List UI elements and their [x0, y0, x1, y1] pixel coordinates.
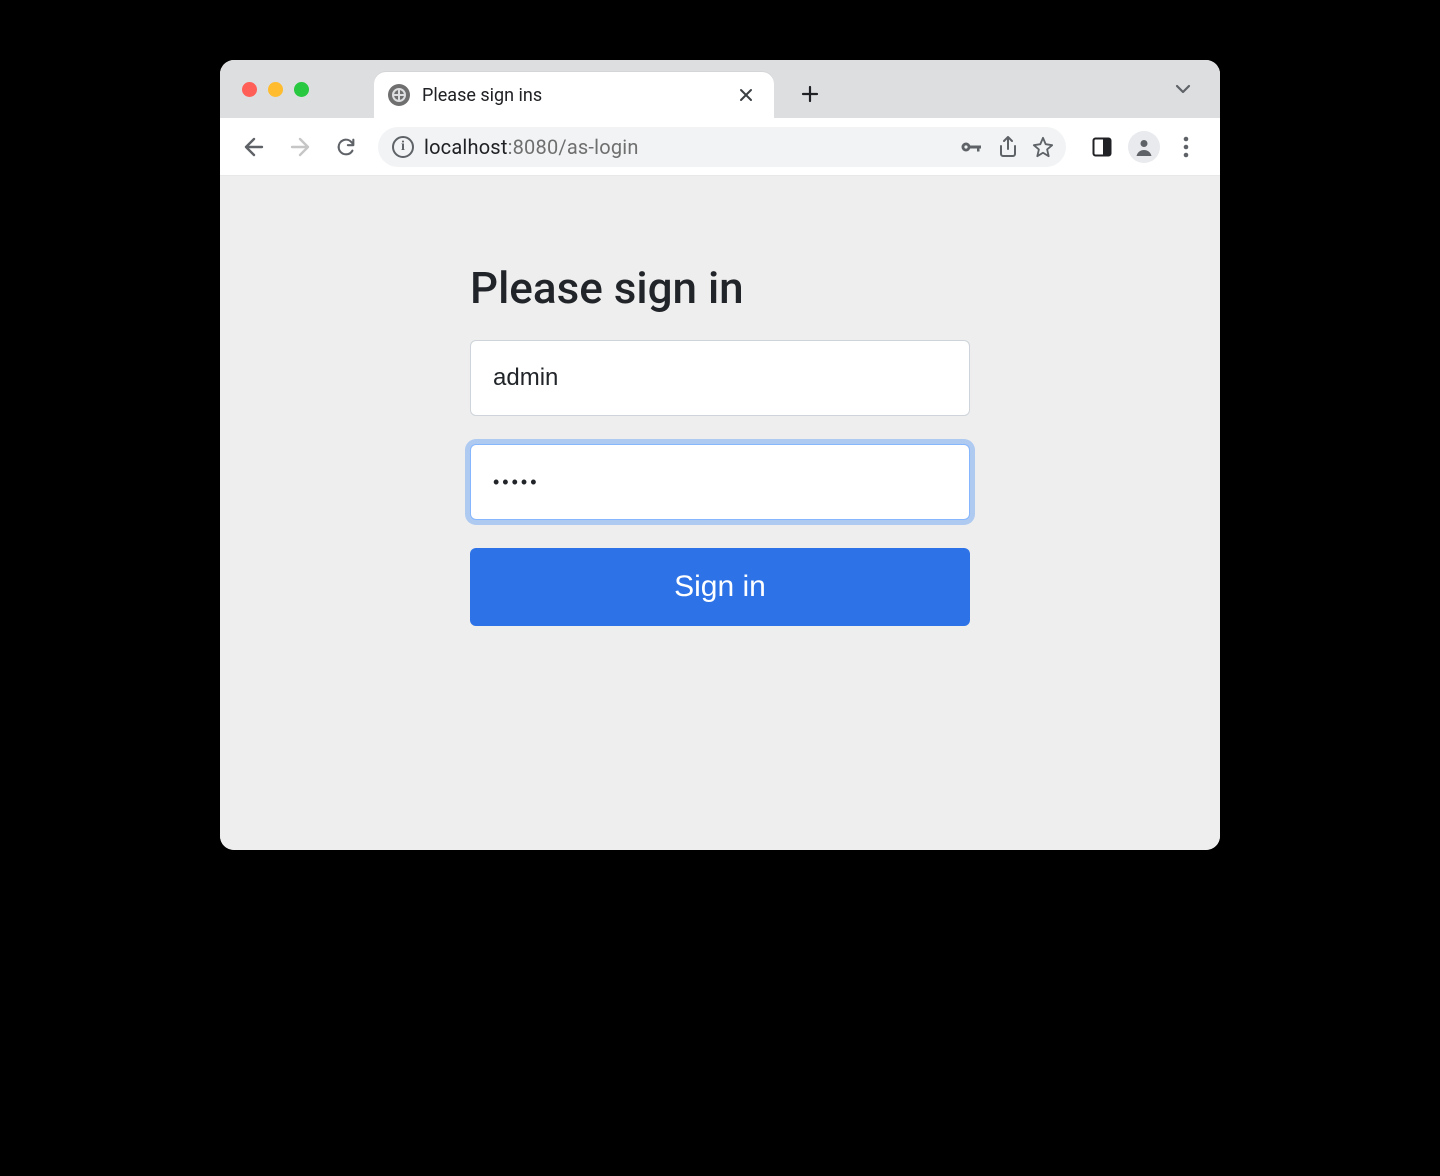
kebab-icon [1183, 136, 1189, 158]
url-host: localhost [424, 135, 508, 159]
star-icon [1032, 136, 1054, 158]
share-button[interactable] [998, 136, 1018, 158]
reload-icon [335, 136, 357, 158]
password-input[interactable] [470, 444, 970, 520]
close-icon [738, 87, 754, 103]
share-icon [998, 136, 1018, 158]
browser-tab[interactable]: Please sign ins [374, 72, 774, 118]
address-bar[interactable]: i localhost:8080/as-login [378, 127, 1066, 167]
globe-icon [388, 84, 410, 106]
forward-button[interactable] [280, 127, 320, 167]
url-text: localhost:8080/as-login [424, 135, 950, 159]
page-title: Please sign in [470, 262, 970, 314]
chevron-down-icon [1174, 80, 1192, 98]
close-tab-button[interactable] [734, 83, 758, 107]
window-controls [242, 82, 309, 97]
toolbar: i localhost:8080/as-login [220, 118, 1220, 176]
side-panel-icon [1092, 137, 1112, 157]
signin-button[interactable]: Sign in [470, 548, 970, 626]
close-window-button[interactable] [242, 82, 257, 97]
tab-search-button[interactable] [1174, 80, 1192, 98]
arrow-right-icon [288, 135, 312, 159]
back-button[interactable] [234, 127, 274, 167]
site-info-button[interactable]: i [392, 136, 414, 158]
extensions-button[interactable] [1082, 127, 1122, 167]
omnibox-actions [960, 136, 1054, 158]
tab-title: Please sign ins [422, 85, 734, 106]
person-icon [1134, 137, 1154, 157]
signin-form: Please sign in Sign in [470, 262, 970, 850]
zoom-window-button[interactable] [294, 82, 309, 97]
browser-window: Please sign ins i localhost:8080/as-logi… [220, 60, 1220, 850]
plus-icon [800, 84, 820, 104]
bookmark-button[interactable] [1032, 136, 1054, 158]
reload-button[interactable] [326, 127, 366, 167]
profile-button[interactable] [1128, 131, 1160, 163]
password-key-icon[interactable] [960, 137, 984, 157]
arrow-left-icon [242, 135, 266, 159]
url-path: :8080/as-login [508, 135, 639, 159]
minimize-window-button[interactable] [268, 82, 283, 97]
toolbar-right [1082, 127, 1206, 167]
page-viewport: Please sign in Sign in [220, 176, 1220, 850]
username-input[interactable] [470, 340, 970, 416]
new-tab-button[interactable] [792, 76, 828, 112]
titlebar: Please sign ins [220, 60, 1220, 118]
menu-button[interactable] [1166, 127, 1206, 167]
